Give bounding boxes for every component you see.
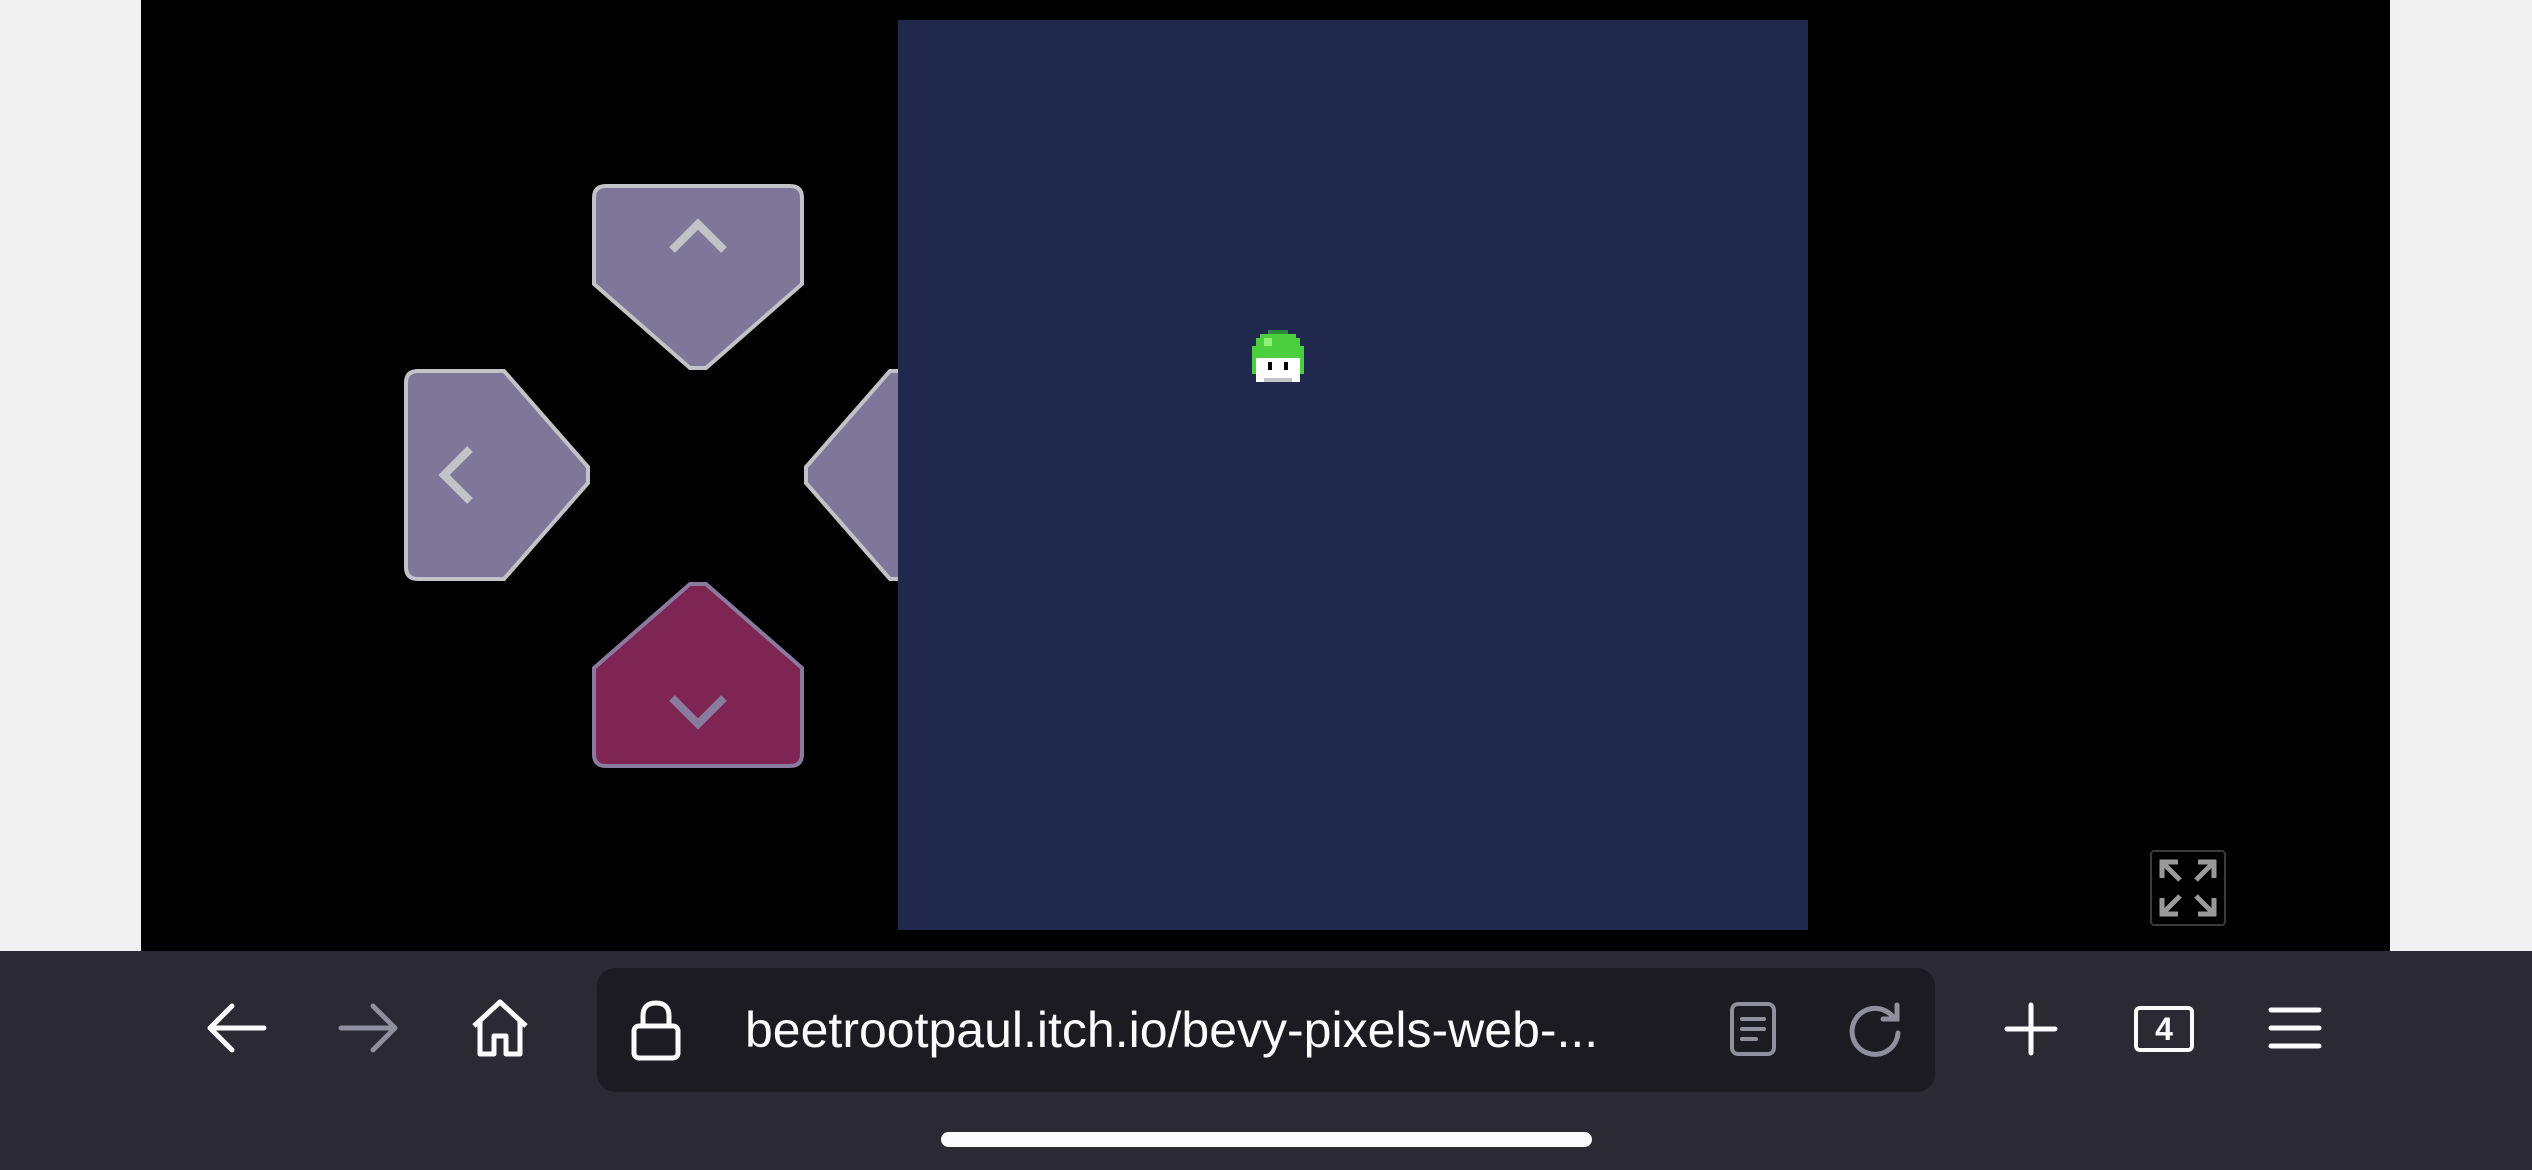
reader-view-button[interactable] [1725, 1001, 1781, 1062]
hamburger-menu-icon [2268, 1005, 2322, 1056]
player-sprite [1252, 330, 1304, 386]
back-button[interactable] [198, 995, 274, 1065]
tabs-button[interactable]: 4 [2134, 1006, 2194, 1052]
dpad-left-button[interactable] [404, 369, 590, 581]
lock-icon [624, 996, 688, 1064]
reader-view-icon [1728, 1001, 1778, 1062]
url-text[interactable]: beetrootpaul.itch.io/bevy-pixels-web-... [745, 998, 1598, 1062]
home-indicator [941, 1132, 1592, 1147]
arrow-left-icon [204, 1001, 268, 1060]
home-icon [468, 996, 532, 1065]
reload-button[interactable] [1842, 1000, 1908, 1062]
plus-icon [2003, 1001, 2059, 1062]
home-button[interactable] [462, 992, 538, 1068]
game-canvas[interactable] [898, 20, 1808, 930]
chevron-up-icon [668, 218, 728, 254]
new-tab-button[interactable] [2001, 1001, 2061, 1061]
menu-button[interactable] [2267, 1005, 2323, 1055]
reload-icon [1845, 999, 1905, 1064]
chevron-down-icon [668, 694, 728, 730]
expand-icon [2152, 852, 2224, 924]
dpad-up-button[interactable] [592, 184, 804, 370]
fullscreen-button[interactable] [2150, 850, 2226, 926]
forward-button[interactable] [331, 995, 407, 1065]
arrow-right-icon [337, 1001, 401, 1060]
dpad-down-button[interactable] [592, 582, 804, 768]
chevron-left-icon [438, 445, 474, 505]
